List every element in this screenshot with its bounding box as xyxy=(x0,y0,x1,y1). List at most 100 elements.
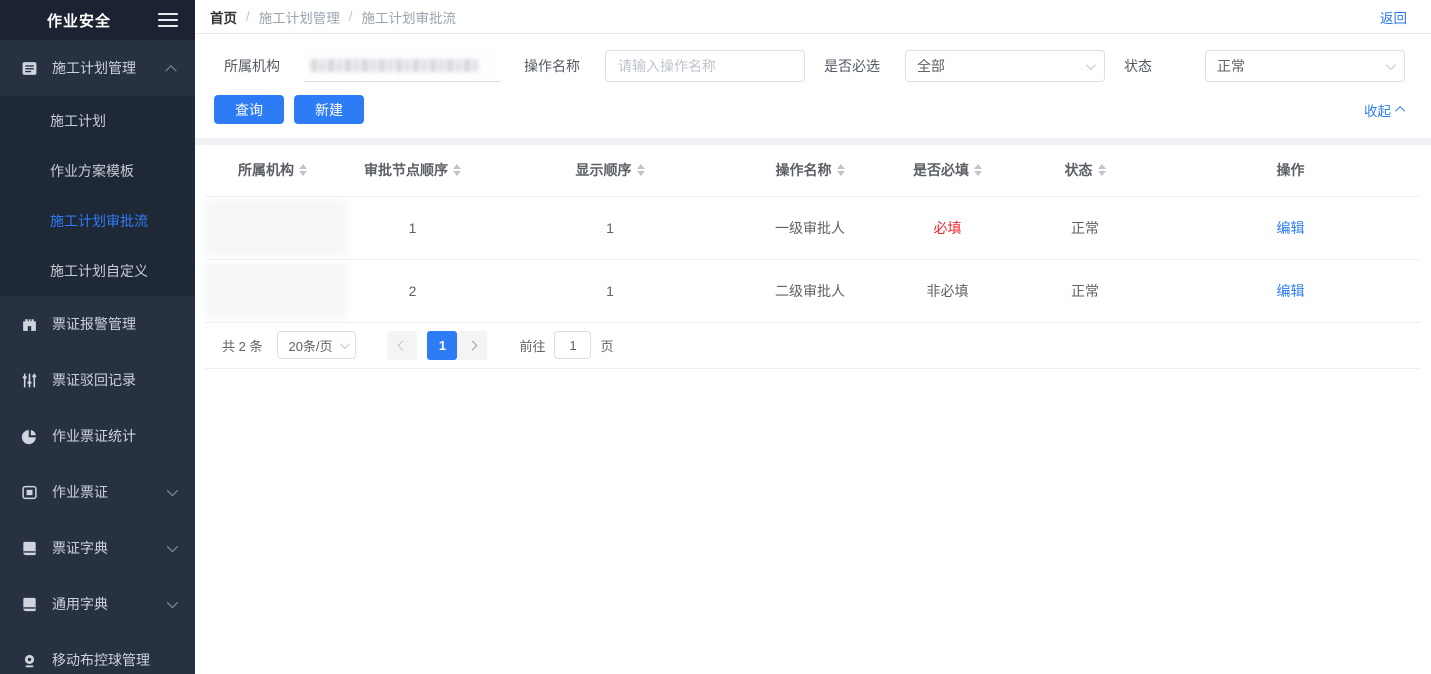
app: 作业安全 施工计划管理 施工计划 作业方案模板 施工计划审批流 施工计划自定义 … xyxy=(0,0,1431,674)
sidebar-item-general-dictionary[interactable]: 通用字典 xyxy=(0,576,195,632)
chevron-down-icon xyxy=(340,339,350,349)
sidebar-item-ticket-dictionary[interactable]: 票证字典 xyxy=(0,520,195,576)
goto-label: 前往 xyxy=(519,336,545,355)
status-select-value: 正常 xyxy=(1217,56,1245,76)
sidebar-subitem-construction-plan[interactable]: 施工计划 xyxy=(0,96,195,146)
edit-link[interactable]: 编辑 xyxy=(1277,283,1305,299)
filter-panel: 所属机构 操作名称 是否必选 全部 状态 xyxy=(195,34,1431,82)
sidebar-subitem-plan-custom[interactable]: 施工计划自定义 xyxy=(0,246,195,296)
sort-icon[interactable] xyxy=(299,164,307,176)
table-row: 1 1 一级审批人 必填 正常 编辑 xyxy=(205,196,1421,259)
sort-icon[interactable] xyxy=(637,164,645,176)
pie-chart-icon xyxy=(20,427,38,445)
cell-node-order: 1 xyxy=(340,196,485,259)
chevron-right-icon xyxy=(468,340,478,350)
breadcrumb: 首页 / 施工计划管理 / 施工计划审批流 xyxy=(210,7,456,27)
ticket-icon xyxy=(20,483,38,501)
chevron-down-icon xyxy=(167,597,178,608)
goto-suffix: 页 xyxy=(600,336,613,355)
status-label: 状态 xyxy=(1124,56,1205,76)
approval-flow-table: 所属机构 审批节点顺序 显示顺序 操作名称 是否必填 状态 操作 1 1 一级 xyxy=(205,145,1421,323)
chevron-up-icon xyxy=(1395,106,1405,116)
hamburger-menu-icon[interactable] xyxy=(158,13,178,27)
chevron-down-icon xyxy=(167,541,178,552)
goto-page-input[interactable] xyxy=(554,331,591,359)
main-content: 首页 / 施工计划管理 / 施工计划审批流 返回 所属机构 操作名称 xyxy=(195,0,1431,674)
total-count: 共 2 条 xyxy=(222,336,262,355)
sidebar-subitem-plan-approval-flow[interactable]: 施工计划审批流 xyxy=(0,196,195,246)
collapse-link[interactable]: 收起 xyxy=(1364,100,1405,120)
sort-icon[interactable] xyxy=(837,164,845,176)
sidebar-item-work-tickets[interactable]: 作业票证 xyxy=(0,464,195,520)
cell-node-order: 2 xyxy=(340,259,485,322)
chevron-down-icon xyxy=(1386,60,1396,70)
back-link[interactable]: 返回 xyxy=(1380,7,1407,27)
breadcrumb-home[interactable]: 首页 xyxy=(210,7,237,27)
sidebar-item-label: 通用字典 xyxy=(52,594,167,614)
breadcrumb-separator: / xyxy=(349,9,353,24)
sidebar-item-plan-management[interactable]: 施工计划管理 xyxy=(0,40,195,96)
sidebar-item-label: 作业票证统计 xyxy=(52,426,175,446)
breadcrumb-current: 施工计划审批流 xyxy=(362,7,457,27)
breadcrumb-plan-management[interactable]: 施工计划管理 xyxy=(259,7,340,27)
breadcrumb-separator: / xyxy=(246,9,250,24)
cell-status: 正常 xyxy=(1010,196,1160,259)
book-icon xyxy=(20,595,38,613)
sidebar-item-label: 施工计划管理 xyxy=(52,58,167,78)
plan-management-submenu: 施工计划 作业方案模板 施工计划审批流 施工计划自定义 xyxy=(0,96,195,296)
org-redacted-value xyxy=(311,59,479,72)
op-name-input[interactable] xyxy=(605,50,805,82)
sort-icon[interactable] xyxy=(1098,164,1106,176)
sidebar-item-ticket-alarm[interactable]: 票证报警管理 xyxy=(0,296,195,352)
filter-group-org: 所属机构 xyxy=(224,50,524,82)
sort-icon[interactable] xyxy=(453,164,461,176)
table-row: 2 1 二级审批人 非必填 正常 编辑 xyxy=(205,259,1421,322)
sidebar-item-ticket-reject-records[interactable]: 票证驳回记录 xyxy=(0,352,195,408)
status-select[interactable]: 正常 xyxy=(1205,50,1405,82)
chevron-down-icon xyxy=(167,485,178,496)
page-number-current[interactable]: 1 xyxy=(427,331,457,360)
plan-management-icon xyxy=(20,59,38,77)
org-label: 所属机构 xyxy=(224,56,305,76)
op-name-label: 操作名称 xyxy=(524,56,605,76)
sidebar-item-label: 移动布控球管理 xyxy=(52,650,175,670)
app-title: 作业安全 xyxy=(0,10,158,31)
action-bar: 查询 新建 收起 xyxy=(195,82,1431,138)
create-button[interactable]: 新建 xyxy=(294,95,364,124)
goto-page: 前往 页 xyxy=(519,331,613,359)
sort-icon[interactable] xyxy=(974,164,982,176)
prev-page-button[interactable] xyxy=(387,331,417,360)
sidebar-subitem-scheme-template[interactable]: 作业方案模板 xyxy=(0,146,195,196)
filter-group-status: 状态 正常 xyxy=(1124,50,1424,82)
search-button[interactable]: 查询 xyxy=(214,95,284,124)
col-header-org[interactable]: 所属机构 xyxy=(205,145,340,196)
page-size-value: 20条/页 xyxy=(288,336,332,355)
cell-required: 必填 xyxy=(885,196,1010,259)
required-label: 是否必选 xyxy=(824,56,905,76)
org-redacted-value xyxy=(205,200,347,256)
col-header-node-order[interactable]: 审批节点顺序 xyxy=(340,145,485,196)
cell-display-order: 1 xyxy=(485,259,735,322)
col-header-required[interactable]: 是否必填 xyxy=(885,145,1010,196)
org-input[interactable] xyxy=(305,50,500,82)
next-page-button[interactable] xyxy=(457,331,487,360)
cell-org xyxy=(205,196,340,259)
empty-area xyxy=(195,369,1431,674)
book-icon xyxy=(20,539,38,557)
col-header-display-order[interactable]: 显示顺序 xyxy=(485,145,735,196)
col-header-status[interactable]: 状态 xyxy=(1010,145,1160,196)
edit-link[interactable]: 编辑 xyxy=(1277,220,1305,236)
page-size-select[interactable]: 20条/页 xyxy=(277,331,356,359)
collapse-label: 收起 xyxy=(1364,100,1391,120)
org-redacted-value xyxy=(205,263,347,319)
cell-org xyxy=(205,259,340,322)
col-header-actions: 操作 xyxy=(1160,145,1421,196)
sidebar: 作业安全 施工计划管理 施工计划 作业方案模板 施工计划审批流 施工计划自定义 … xyxy=(0,0,195,674)
required-select[interactable]: 全部 xyxy=(905,50,1105,82)
table-card: 所属机构 审批节点顺序 显示顺序 操作名称 是否必填 状态 操作 1 1 一级 xyxy=(195,145,1431,369)
col-header-op-name[interactable]: 操作名称 xyxy=(735,145,885,196)
dome-camera-icon xyxy=(20,651,38,669)
sidebar-item-ticket-statistics[interactable]: 作业票证统计 xyxy=(0,408,195,464)
sidebar-item-mobile-ball-camera[interactable]: 移动布控球管理 xyxy=(0,632,195,674)
sidebar-item-label: 票证驳回记录 xyxy=(52,370,175,390)
